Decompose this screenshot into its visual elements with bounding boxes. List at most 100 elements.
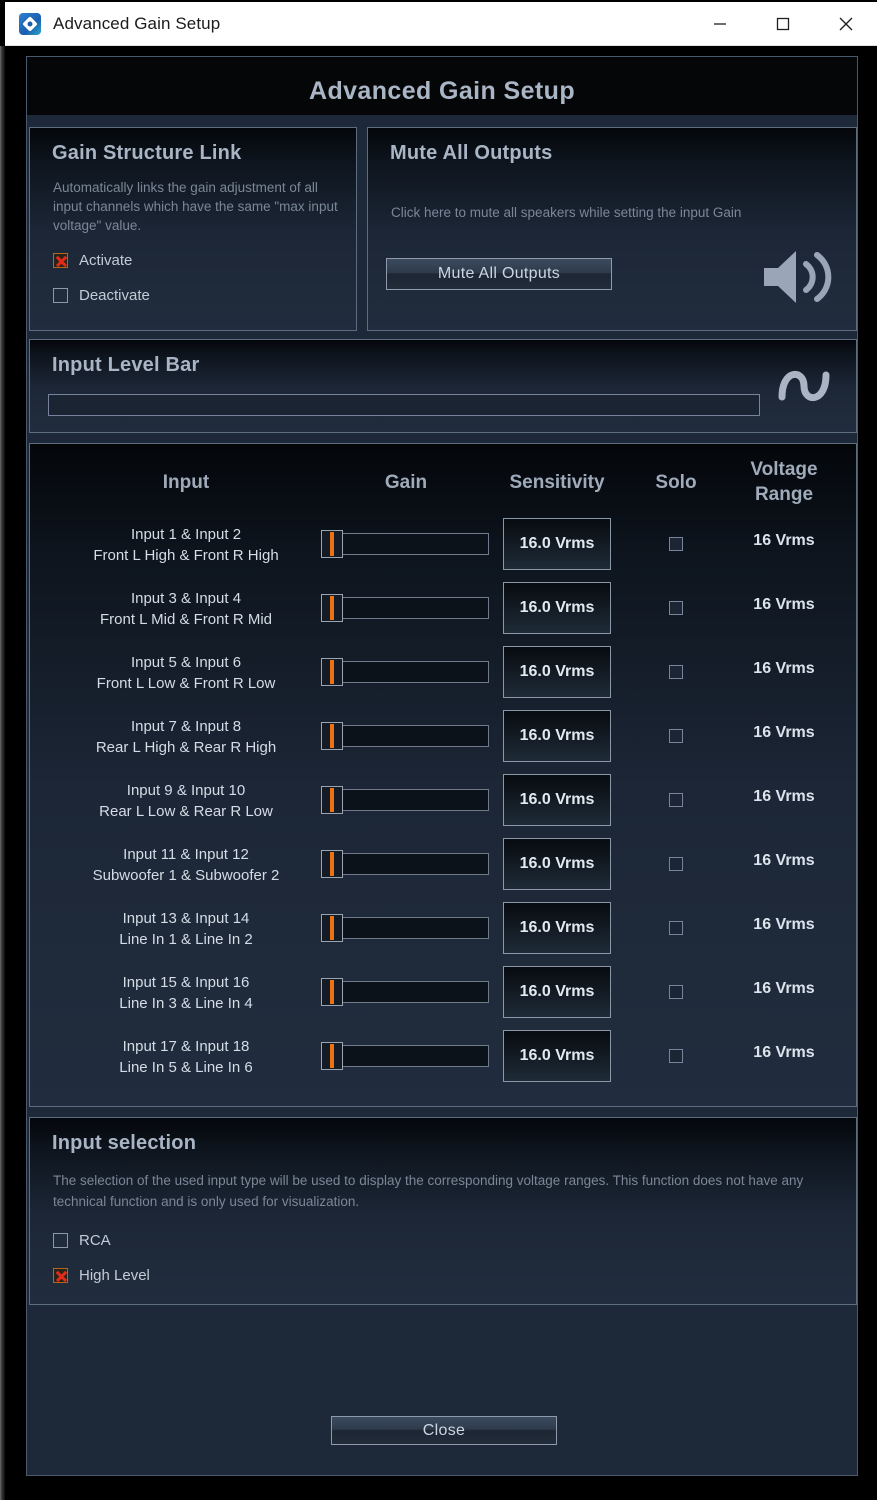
activate-checkbox[interactable] — [53, 253, 68, 268]
solo-checkbox[interactable] — [669, 537, 683, 551]
maximize-icon[interactable] — [751, 2, 814, 46]
sensitivity-value[interactable]: 16.0 Vrms — [503, 710, 611, 762]
gain-slider[interactable] — [321, 1042, 491, 1070]
sensitivity-value[interactable]: 16.0 Vrms — [503, 902, 611, 954]
gain-slider-thumb[interactable] — [321, 530, 343, 558]
mute-all-outputs-panel: Mute All Outputs Click here to mute all … — [367, 127, 857, 331]
gain-slider-track[interactable] — [331, 1045, 489, 1067]
table-row: Input 13 & Input 14 Line In 1 & Line In 2… — [30, 896, 856, 960]
deactivate-label: Deactivate — [79, 287, 150, 304]
table-row: Input 7 & Input 8 Rear L High & Rear R Hi… — [30, 704, 856, 768]
input-channel-line1: Input 17 & Input 18 — [122, 1038, 250, 1055]
input-channel-line2: Subwoofer 1 & Subwoofer 2 — [92, 867, 280, 884]
gain-slider-thumb[interactable] — [321, 658, 343, 686]
gain-slider-track[interactable] — [331, 789, 489, 811]
solo-checkbox[interactable] — [669, 857, 683, 871]
rca-label: RCA — [79, 1232, 111, 1249]
solo-checkbox[interactable] — [669, 793, 683, 807]
gain-slider-track[interactable] — [331, 853, 489, 875]
sensitivity-value[interactable]: 16.0 Vrms — [503, 774, 611, 826]
rca-checkbox-row[interactable]: RCA — [53, 1232, 111, 1249]
solo-checkbox[interactable] — [669, 729, 683, 743]
sensitivity-value[interactable]: 16.0 Vrms — [503, 582, 611, 634]
gain-slider-thumb[interactable] — [321, 1042, 343, 1070]
input-gain-table: Input Gain Sensitivity Solo Voltage Rang… — [29, 443, 857, 1107]
voltage-range-value: 16 Vrms — [753, 980, 815, 997]
input-selection-panel: Input selection The selection of the use… — [29, 1117, 857, 1305]
voltage-range-value: 16 Vrms — [753, 1044, 815, 1061]
input-channel-line2: Line In 3 & Line In 4 — [119, 995, 253, 1012]
deactivate-checkbox[interactable] — [53, 288, 68, 303]
input-selection-title: Input selection — [52, 1132, 197, 1154]
window-controls — [688, 2, 877, 46]
input-channel-line1: Input 3 & Input 4 — [130, 590, 242, 607]
gain-slider-track[interactable] — [331, 661, 489, 683]
sensitivity-value[interactable]: 16.0 Vrms — [503, 966, 611, 1018]
input-level-bar-title: Input Level Bar — [52, 354, 200, 376]
gain-slider-thumb[interactable] — [321, 594, 343, 622]
rca-checkbox[interactable] — [53, 1233, 68, 1248]
solo-checkbox[interactable] — [669, 665, 683, 679]
activate-checkbox-row[interactable]: Activate — [53, 252, 132, 269]
voltage-range-value: 16 Vrms — [753, 724, 815, 741]
gain-slider-track[interactable] — [331, 533, 489, 555]
input-channel-line1: Input 11 & Input 12 — [123, 846, 249, 863]
main-panel: Advanced Gain Setup Gain Structure Link … — [26, 56, 858, 1476]
voltage-range-line2: Range — [754, 484, 814, 505]
solo-checkbox[interactable] — [669, 1049, 683, 1063]
gain-slider[interactable] — [321, 722, 491, 750]
gain-slider-thumb[interactable] — [321, 978, 343, 1006]
sensitivity-value[interactable]: 16.0 Vrms — [503, 646, 611, 698]
mute-all-outputs-title: Mute All Outputs — [390, 142, 553, 164]
gain-slider[interactable] — [321, 914, 491, 942]
input-channel-line2: Front L High & Front R High — [93, 547, 279, 564]
input-channel-label: Input 11 & Input 12 Subwoofer 1 & Subwoof… — [36, 844, 336, 886]
deactivate-checkbox-row[interactable]: Deactivate — [53, 287, 150, 304]
high-level-checkbox[interactable] — [53, 1268, 68, 1283]
gain-slider[interactable] — [321, 850, 491, 878]
solo-checkbox[interactable] — [669, 921, 683, 935]
table-row: Input 5 & Input 6 Front L Low & Front R L… — [30, 640, 856, 704]
title-bar: Advanced Gain Setup — [5, 2, 877, 46]
voltage-range-value: 16 Vrms — [753, 916, 815, 933]
input-selection-description: The selection of the used input type wil… — [53, 1173, 804, 1209]
input-channel-label: Input 5 & Input 6 Front L Low & Front R L… — [36, 652, 336, 694]
solo-checkbox[interactable] — [669, 985, 683, 999]
input-channel-label: Input 15 & Input 16 Line In 3 & Line In 4 — [36, 972, 336, 1014]
gain-slider-thumb[interactable] — [321, 850, 343, 878]
sensitivity-value[interactable]: 16.0 Vrms — [503, 1030, 611, 1082]
gain-slider-track[interactable] — [331, 981, 489, 1003]
gain-slider[interactable] — [321, 658, 491, 686]
gain-slider[interactable] — [321, 594, 491, 622]
input-channel-line1: Input 5 & Input 6 — [130, 654, 242, 671]
input-channel-line2: Rear L High & Rear R High — [95, 739, 277, 756]
minimize-icon[interactable] — [688, 2, 751, 46]
table-row: Input 17 & Input 18 Line In 5 & Line In 6… — [30, 1024, 856, 1088]
high-level-checkbox-row[interactable]: High Level — [53, 1267, 150, 1284]
gain-slider-track[interactable] — [331, 597, 489, 619]
sine-wave-icon — [772, 353, 840, 424]
table-row: Input 9 & Input 10 Rear L Low & Rear R Lo… — [30, 768, 856, 832]
close-icon[interactable] — [814, 2, 877, 46]
gain-slider-track[interactable] — [331, 917, 489, 939]
gain-slider[interactable] — [321, 978, 491, 1006]
gain-slider[interactable] — [321, 530, 491, 558]
app-logo-icon — [19, 12, 41, 35]
input-channel-label: Input 3 & Input 4 Front L Mid & Front R M… — [36, 588, 336, 630]
gain-slider-thumb[interactable] — [321, 786, 343, 814]
close-button[interactable]: Close — [331, 1416, 557, 1445]
input-channel-line2: Line In 1 & Line In 2 — [119, 931, 253, 948]
input-channel-line1: Input 7 & Input 8 — [130, 718, 242, 735]
mute-all-outputs-button[interactable]: Mute All Outputs — [386, 258, 612, 290]
sensitivity-value[interactable]: 16.0 Vrms — [503, 838, 611, 890]
gain-structure-link-panel: Gain Structure Link Automatically links … — [29, 127, 357, 331]
column-header-input: Input — [162, 472, 210, 493]
sensitivity-value[interactable]: 16.0 Vrms — [503, 518, 611, 570]
gain-slider-thumb[interactable] — [321, 914, 343, 942]
gain-slider-thumb[interactable] — [321, 722, 343, 750]
solo-checkbox[interactable] — [669, 601, 683, 615]
column-header-voltage-range: Voltage Range — [718, 457, 850, 507]
gain-slider[interactable] — [321, 786, 491, 814]
advanced-gain-setup-window: Advanced Gain Setup Advanced Gain Setup … — [0, 0, 877, 1500]
gain-slider-track[interactable] — [331, 725, 489, 747]
